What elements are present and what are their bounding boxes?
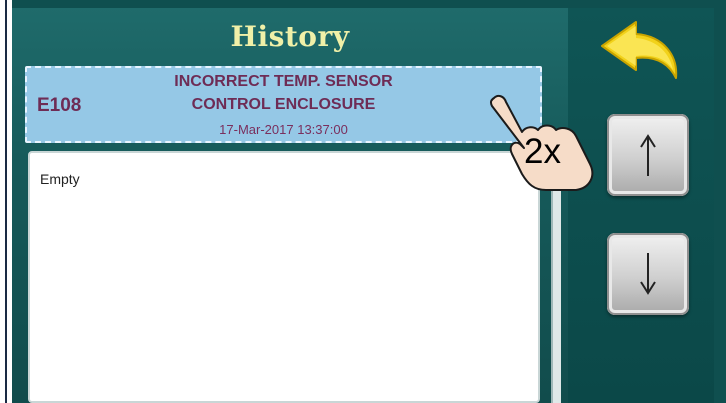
arrow-down-icon xyxy=(640,253,656,295)
back-arrow-icon xyxy=(601,21,678,79)
left-frame xyxy=(0,0,12,403)
frame-line xyxy=(5,0,7,403)
double-tap-gesture: 2x xyxy=(486,92,604,192)
empty-label: Empty xyxy=(40,171,80,187)
entry-message-line2: CONTROL ENCLOSURE xyxy=(191,96,376,113)
history-entry[interactable]: INCORRECT TEMP. SENSOR E108 CONTROL ENCL… xyxy=(25,66,542,143)
scroll-down-button[interactable] xyxy=(607,233,689,315)
entry-timestamp: 17-Mar-2017 13:37:00 xyxy=(219,122,348,137)
arrow-up-icon xyxy=(640,134,656,176)
tap-count-label: 2x xyxy=(524,132,561,171)
entry-message-line1: INCORRECT TEMP. SENSOR xyxy=(174,73,393,90)
history-detail-list[interactable]: Empty xyxy=(28,151,540,403)
page-title: History xyxy=(230,20,350,53)
back-button[interactable] xyxy=(596,16,688,86)
scroll-up-button[interactable] xyxy=(607,114,689,196)
history-panel: History INCORRECT TEMP. SENSOR E108 CONT… xyxy=(12,8,568,403)
